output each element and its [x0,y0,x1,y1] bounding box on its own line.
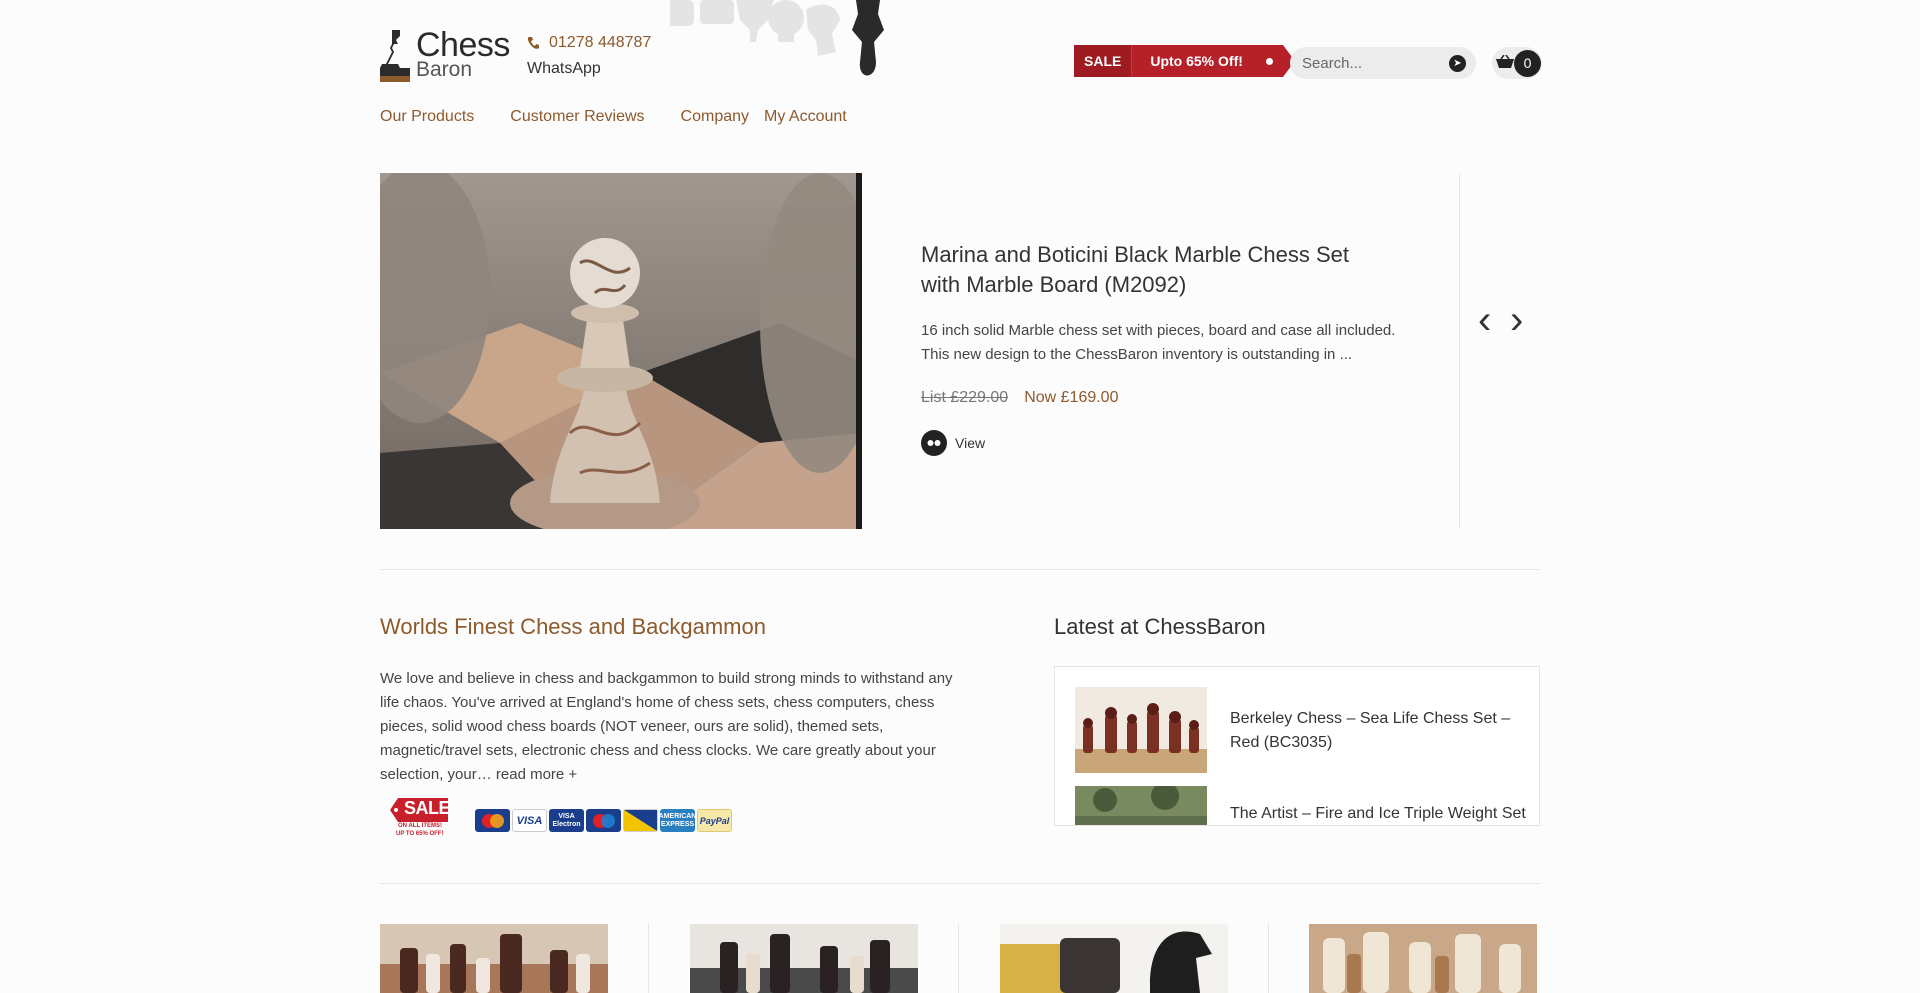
hero-product-image[interactable] [380,173,862,529]
nav-item-company[interactable]: Company [681,108,749,126]
site-header: Chess Baron 01278 448787 WhatsApp SALE U… [380,0,1542,90]
hero-view-link[interactable]: View [921,430,985,456]
hero-price: List £229.00 Now £169.00 [921,389,1118,407]
product-thumbnail[interactable] [380,924,608,993]
sale-badge[interactable]: SALE ON ALL ITEMS! UP TO 65% OFF! [380,796,451,840]
chess-rook-logo-icon [380,30,410,82]
view-label: View [955,435,986,451]
latest-item[interactable]: Berkeley Chess – Sea Life Chess Set – Re… [1075,687,1525,773]
search-box: ➤ [1290,47,1476,79]
sale-text-label: Upto 65% Off! [1150,53,1243,69]
sale-badge-line2: UP TO 65% OFF! [396,831,444,837]
search-input[interactable] [1302,53,1442,73]
sale-tag: SALE [1074,45,1133,77]
paypal-icon: PayPal [697,809,732,832]
section-divider [380,883,1540,884]
product-thumbnail[interactable] [1309,924,1537,993]
cart-button[interactable]: 0 [1492,47,1542,79]
nav-item-our-products[interactable]: Our Products [380,108,474,126]
nav-item-my-account[interactable]: My Account [764,108,847,126]
payment-cards: VISA VISA Electron AMERICAN EXPRESS PayPal [475,809,732,832]
product-thumbnail[interactable] [690,924,918,993]
hero-divider [1459,173,1460,529]
about-body: We love and believe in chess and backgam… [380,670,953,783]
main-nav: Our Products Customer Reviews Company My… [380,108,847,126]
price-now: Now £169.00 [1024,389,1119,406]
latest-item-label: Berkeley Chess – Sea Life Chess Set – Re… [1230,710,1511,751]
mastercard-icon [475,809,510,832]
site-logo[interactable]: Chess Baron [380,26,510,84]
eye-icon [921,430,947,456]
sale-banner[interactable]: SALE Upto 65% Off! [1074,45,1295,77]
visa-icon: VISA [512,809,547,832]
product-divider [1268,924,1269,993]
latest-list: Berkeley Chess – Sea Life Chess Set – Re… [1054,666,1540,826]
whatsapp-link[interactable]: WhatsApp [527,60,601,78]
latest-item[interactable]: The Artist – Fire and Ice Triple Weight … [1075,786,1526,825]
sale-badge-line1: ON ALL ITEMS! [398,823,442,829]
product-divider [648,924,649,993]
sale-text: Upto 65% Off! [1132,45,1295,77]
visa-electron-icon: VISA Electron [549,809,584,832]
basket-icon [1496,55,1514,68]
sale-badge-title: SALE [404,798,451,818]
search-submit-icon[interactable]: ➤ [1449,55,1466,72]
about-text: We love and believe in chess and backgam… [380,667,970,787]
price-list: List £229.00 [921,389,1009,406]
latest-item-label: The Artist – Fire and Ice Triple Weight … [1230,805,1526,822]
carousel-next-icon[interactable]: › [1510,300,1523,340]
marble-chess-image [380,173,862,529]
phone-link[interactable]: 01278 448787 [527,34,651,52]
cart-count-badge: 0 [1514,50,1541,77]
amex-icon: AMERICAN EXPRESS [659,809,696,832]
about-title: Worlds Finest Chess and Backgammon [380,614,766,639]
hero-product-title[interactable]: Marina and Boticini Black Marble Chess S… [921,240,1351,300]
latest-item-thumbnail [1075,687,1207,773]
delta-icon [623,809,658,832]
product-thumbnail[interactable] [1000,924,1228,993]
read-more-link[interactable]: read more + [496,766,577,783]
phone-icon [528,37,539,49]
latest-title: Latest at ChessBaron [1054,614,1266,639]
maestro-icon [586,809,621,832]
section-divider [380,569,1540,570]
latest-item-thumbnail [1075,786,1207,825]
product-divider [958,924,959,993]
sale-dot-icon [1265,58,1273,65]
hero-product-description: 16 inch solid Marble chess set with piec… [921,322,1396,363]
chess-pieces-silhouette-icon [670,0,884,76]
nav-item-customer-reviews[interactable]: Customer Reviews [510,108,644,126]
logo-text-baron: Baron [416,58,473,81]
phone-number: 01278 448787 [549,34,652,51]
carousel-prev-icon[interactable]: ‹ [1478,300,1491,340]
